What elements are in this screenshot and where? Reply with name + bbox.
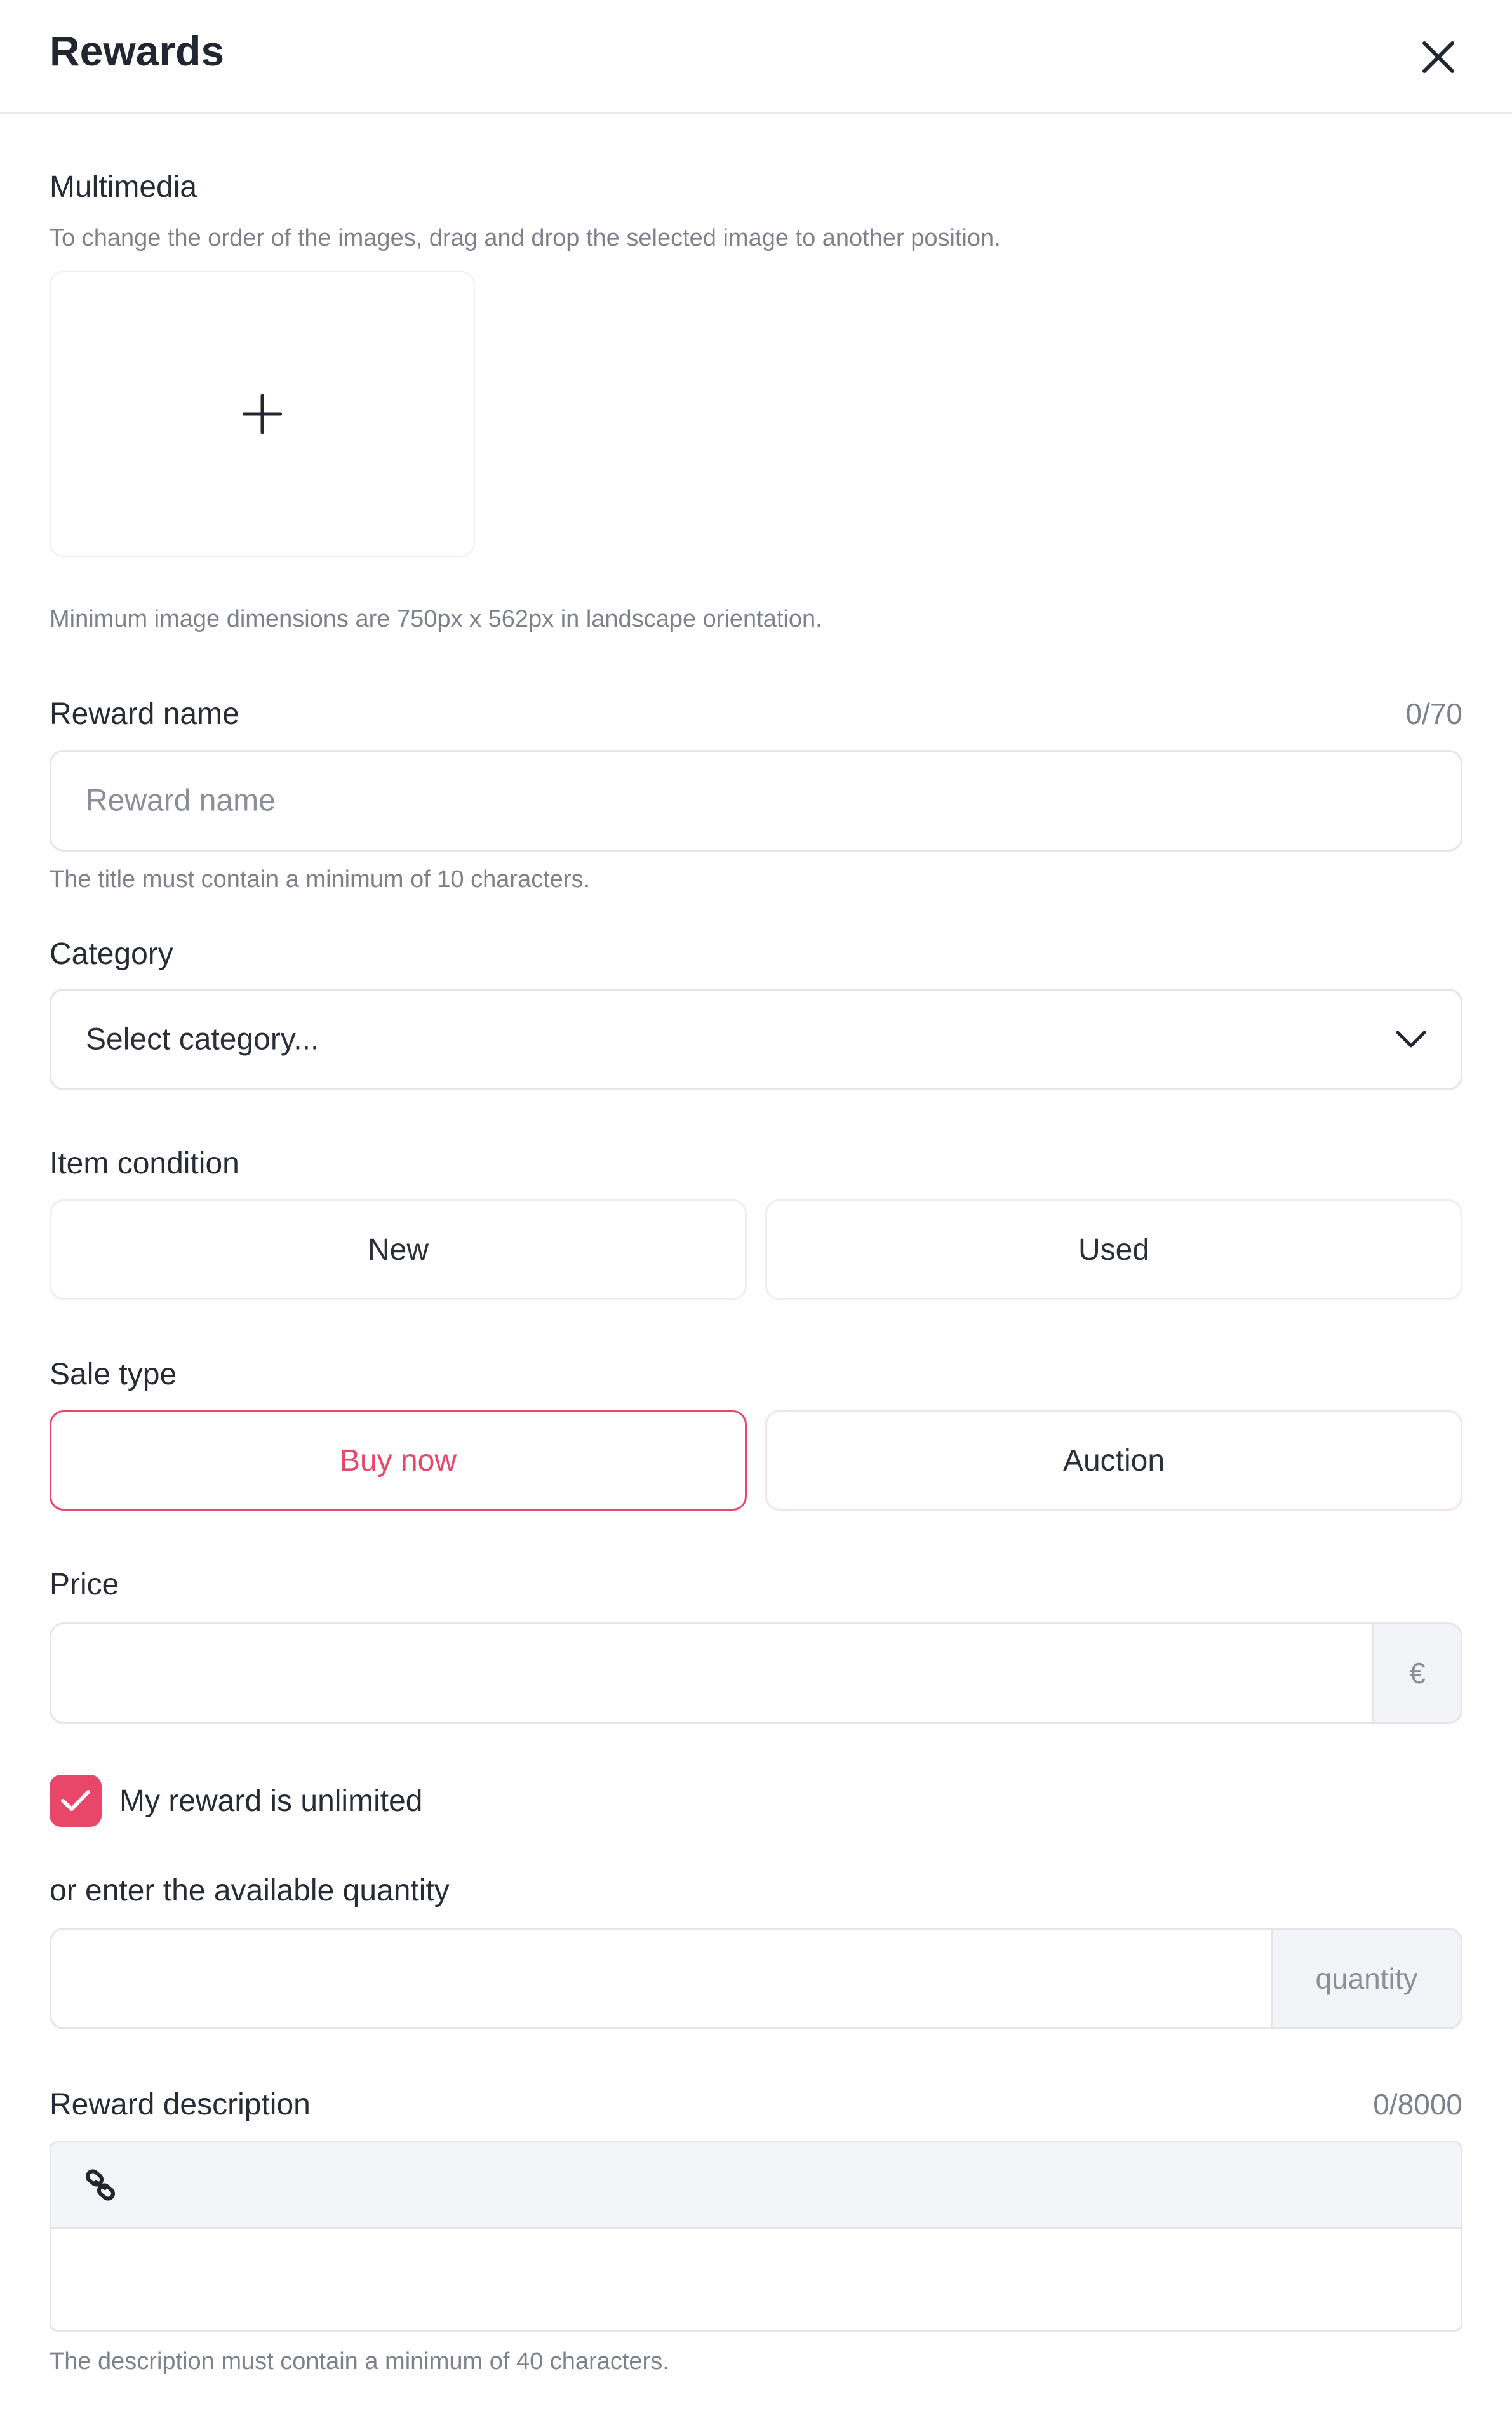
condition-new-button[interactable]: New — [50, 1199, 747, 1300]
close-button[interactable] — [1409, 28, 1468, 86]
reward-name-label: Reward name — [50, 697, 239, 731]
image-dimensions-hint: Minimum image dimensions are 750px x 562… — [50, 606, 822, 632]
chevron-down-icon — [1396, 1031, 1426, 1048]
description-hint: The description must contain a minimum o… — [50, 2348, 669, 2375]
sale-type-label: Sale type — [50, 1358, 177, 1391]
description-textarea[interactable] — [51, 2229, 1461, 2330]
link-icon — [85, 2168, 116, 2201]
sale-type-buy-now-button[interactable]: Buy now — [50, 1410, 747, 1511]
unlimited-label: My reward is unlimited — [119, 1784, 423, 1818]
reward-name-input[interactable]: Reward name — [50, 750, 1462, 852]
close-icon — [1422, 41, 1454, 73]
rewards-modal: Rewards Multimedia To change the order o… — [0, 0, 1512, 2418]
multimedia-label: Multimedia — [50, 170, 197, 204]
reward-name-placeholder: Reward name — [86, 784, 276, 818]
modal-title: Rewards — [50, 27, 225, 74]
image-upload-box[interactable] — [50, 271, 475, 557]
category-select[interactable]: Select category... — [50, 989, 1462, 1090]
price-label: Price — [50, 1568, 119, 1601]
unlimited-checkbox[interactable] — [50, 1775, 102, 1827]
insert-link-button[interactable] — [78, 2163, 123, 2207]
modal-header: Rewards — [0, 0, 1512, 114]
editor-toolbar — [51, 2142, 1461, 2229]
plus-icon — [243, 394, 282, 434]
check-icon — [61, 1790, 90, 1811]
condition-used-button[interactable]: Used — [765, 1199, 1462, 1300]
quantity-label: or enter the available quantity — [50, 1874, 450, 1907]
description-editor — [50, 2141, 1462, 2332]
reward-name-hint: The title must contain a minimum of 10 c… — [50, 866, 591, 893]
price-input[interactable] — [51, 1624, 1372, 1722]
quantity-input[interactable] — [51, 1930, 1271, 2027]
quantity-addon: quantity — [1271, 1930, 1461, 2027]
reward-name-counter: 0/70 — [1405, 697, 1462, 730]
category-selected-value: Select category... — [86, 1022, 319, 1057]
description-label: Reward description — [50, 2088, 311, 2121]
price-input-group: € — [50, 1622, 1462, 1724]
unlimited-row: My reward is unlimited — [50, 1775, 422, 1827]
currency-addon: € — [1372, 1624, 1461, 1722]
multimedia-hint: To change the order of the images, drag … — [50, 225, 1001, 251]
item-condition-label: Item condition — [50, 1147, 239, 1180]
quantity-input-group: quantity — [50, 1928, 1462, 2029]
sale-type-auction-button[interactable]: Auction — [765, 1410, 1462, 1511]
category-label: Category — [50, 937, 173, 971]
description-counter: 0/8000 — [1373, 2088, 1462, 2121]
